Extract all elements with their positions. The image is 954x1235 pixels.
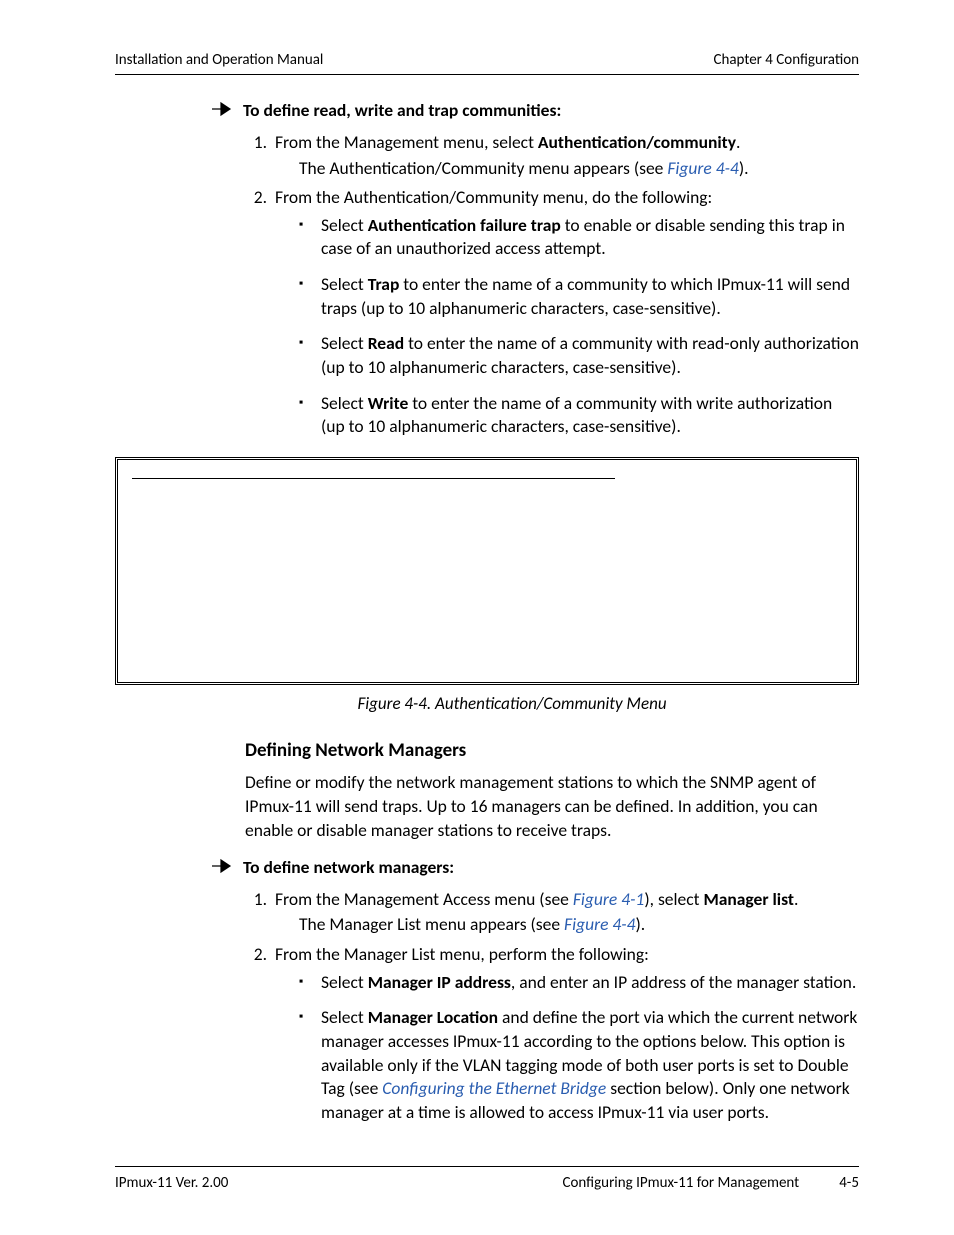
step-text: From the Management Access menu (see [275, 888, 573, 910]
figure-caption: Figure 4-4. Authentication/Community Men… [165, 693, 859, 716]
bullet-text: to enter the name of a community to whic… [321, 273, 850, 319]
step-text: From the Management menu, select [275, 131, 538, 153]
step-text: From the Manager List menu, perform the … [275, 943, 649, 965]
bullet-text: Select [321, 214, 368, 236]
step-text: ), select [644, 888, 703, 910]
content-area: To define read, write and trap communiti… [215, 99, 859, 1124]
bullet-text: Select [321, 1006, 368, 1028]
section-heading: Defining Network Managers [245, 738, 859, 764]
ui-term: Authentication failure trap [368, 214, 561, 236]
ui-term: Manager list [703, 888, 794, 910]
figure-link[interactable]: Figure 4-1 [573, 888, 644, 910]
header-left: Installation and Operation Manual [115, 50, 323, 70]
ui-term: Write [368, 392, 409, 414]
step-result: The Authentication/Community menu appear… [299, 157, 859, 181]
ui-term: Trap [368, 273, 400, 295]
header-right: Chapter 4 Configuration [713, 50, 859, 70]
step-text: . [736, 131, 740, 153]
bullet-item: Select Manager IP address, and enter an … [299, 971, 859, 995]
bullet-item: Select Write to enter the name of a comm… [299, 392, 859, 439]
figure-box [115, 457, 859, 685]
bullet-text: Select [321, 273, 368, 295]
bullet-item: Select Authentication failure trap to en… [299, 214, 859, 261]
bullet-list: Select Authentication failure trap to en… [275, 214, 859, 439]
step-item: From the Management menu, select Authent… [271, 131, 859, 180]
procedure-heading: To define read, write and trap communiti… [243, 99, 859, 123]
arrow-icon [211, 858, 235, 874]
ui-term: Read [368, 332, 404, 354]
step-list: From the Management menu, select Authent… [243, 131, 859, 439]
procedure-title: To define network managers: [243, 856, 454, 878]
arrow-icon [211, 101, 235, 117]
bullet-text: , and enter an IP address of the manager… [511, 971, 856, 993]
footer-section: Configuring IPmux-11 for Management [562, 1173, 799, 1193]
bullet-item: Select Manager Location and define the p… [299, 1006, 859, 1124]
bullet-text: Select [321, 392, 368, 414]
bullet-list: Select Manager IP address, and enter an … [275, 971, 859, 1125]
step-list: From the Management Access menu (see Fig… [243, 888, 859, 1125]
ui-term: Manager Location [368, 1006, 498, 1028]
figure-link[interactable]: Figure 4-4 [564, 913, 635, 935]
step-item: From the Manager List menu, perform the … [271, 943, 859, 1124]
figure-link[interactable]: Figure 4-4 [667, 157, 738, 179]
step-item: From the Management Access menu (see Fig… [271, 888, 859, 937]
result-text: The Authentication/Community menu appear… [299, 157, 667, 179]
running-header: Installation and Operation Manual Chapte… [115, 50, 859, 75]
footer-left: IPmux-11 Ver. 2.00 [115, 1173, 228, 1193]
bullet-text: Select [321, 332, 368, 354]
ui-term: Manager IP address [368, 971, 511, 993]
step-text: From the Authentication/Community menu, … [275, 186, 712, 208]
page: Installation and Operation Manual Chapte… [0, 0, 954, 1235]
section-link[interactable]: Configuring the Ethernet Bridge [382, 1077, 606, 1099]
figure-rule [132, 478, 615, 479]
body-paragraph: Define or modify the network management … [245, 771, 859, 842]
running-footer: IPmux-11 Ver. 2.00 Configuring IPmux-11 … [115, 1166, 859, 1193]
bullet-item: Select Trap to enter the name of a commu… [299, 273, 859, 320]
procedure-heading: To define network managers: [243, 856, 859, 880]
bullet-text: Select [321, 971, 368, 993]
procedure-title: To define read, write and trap communiti… [243, 99, 561, 121]
footer-page-number: 4-5 [839, 1173, 859, 1193]
ui-term: Authentication/community [538, 131, 736, 153]
result-text: ). [636, 913, 646, 935]
step-text: . [794, 888, 798, 910]
step-item: From the Authentication/Community menu, … [271, 186, 859, 439]
result-text: The Manager List menu appears (see [299, 913, 564, 935]
step-result: The Manager List menu appears (see Figur… [299, 913, 859, 937]
result-text: ). [739, 157, 749, 179]
bullet-item: Select Read to enter the name of a commu… [299, 332, 859, 379]
